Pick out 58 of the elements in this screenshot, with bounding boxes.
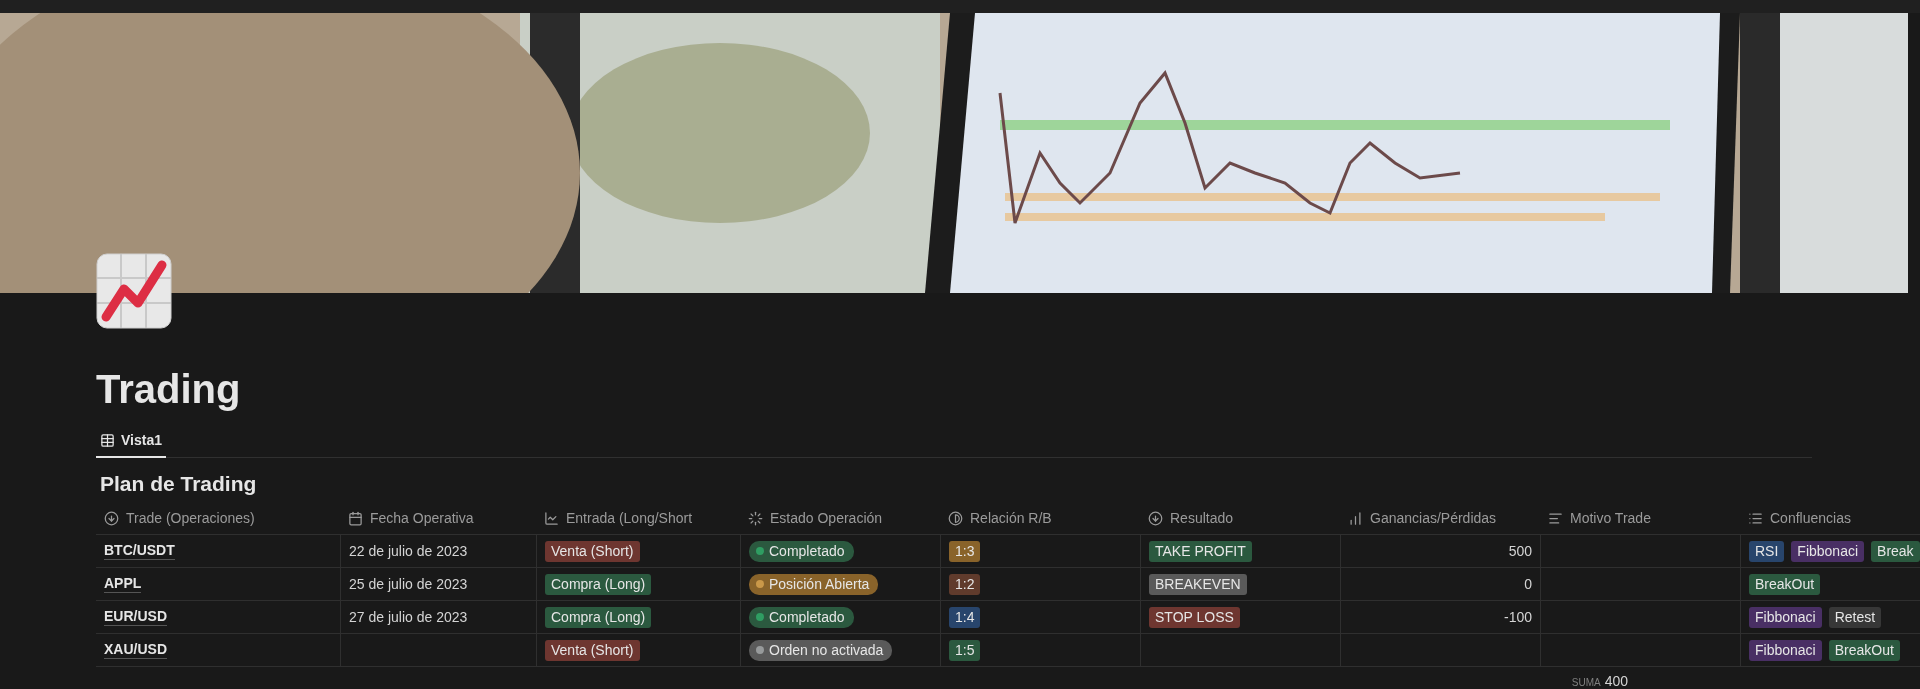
confluence-tag: Fibbonaci <box>1749 639 1822 661</box>
trade-name[interactable]: XAU/USD <box>104 641 167 659</box>
ratio-tag: 1:4 <box>949 606 981 628</box>
confluence-tag: Break <box>1871 540 1920 562</box>
entry-tag: Venta (Short) <box>545 639 640 661</box>
status-pill: Posición Abierta <box>749 573 879 595</box>
entry-tag: Venta (Short) <box>545 540 640 562</box>
column-type-icon <box>948 510 963 526</box>
date-text: 25 de julio de 2023 <box>349 576 468 592</box>
confluence-tag: Fibbonaci <box>1749 606 1822 628</box>
trade-name[interactable]: BTC/USDT <box>104 542 175 560</box>
status-pill: Completado <box>749 606 854 628</box>
sum-label: SUMA <box>1571 677 1601 688</box>
sum-value: 400 <box>1604 673 1628 689</box>
table-icon <box>100 432 115 448</box>
entry-tag: Compra (Long) <box>545 573 652 595</box>
ratio-tag: 1:5 <box>949 639 981 661</box>
date-text: 22 de julio de 2023 <box>349 543 468 559</box>
status-pill: Orden no activada <box>749 639 893 661</box>
column-type-icon <box>104 510 119 526</box>
status-pill: Completado <box>749 540 854 562</box>
column-type-icon <box>544 510 559 526</box>
table-title: Plan de Trading <box>100 472 258 496</box>
profit-value: 0 <box>1524 576 1532 592</box>
column-type-icon <box>348 510 363 526</box>
column-header[interactable]: Entrada (Long/Short <box>536 502 740 535</box>
column-type-icon <box>1748 510 1763 526</box>
trade-name[interactable]: APPL <box>104 575 142 593</box>
view-tab[interactable]: Vista1 <box>96 424 166 458</box>
result-tag: STOP LOSS <box>1149 606 1240 628</box>
entry-tag: Compra (Long) <box>545 606 652 628</box>
column-type-icon <box>1148 510 1163 526</box>
column-header[interactable]: Estado Operación <box>740 502 940 535</box>
trade-name[interactable]: EUR/USD <box>104 608 167 626</box>
profit-value: -100 <box>1503 609 1532 625</box>
confluence-tag: BreakOut <box>1749 573 1821 595</box>
column-type-icon <box>1348 510 1363 526</box>
column-header[interactable]: Ganancias/Pérdidas <box>1340 502 1540 535</box>
chart-icon <box>96 253 172 329</box>
column-header[interactable]: Relación R/B <box>940 502 1140 535</box>
confluence-tag: BreakOut <box>1828 639 1900 661</box>
page-title: Trading <box>96 367 242 412</box>
column-header[interactable]: Resultado <box>1140 502 1340 535</box>
ratio-tag: 1:2 <box>949 573 981 595</box>
column-header[interactable]: Confluencias <box>1740 502 1920 535</box>
ratio-tag: 1:3 <box>949 540 981 562</box>
column-header[interactable]: Fecha Operativa <box>340 502 536 535</box>
date-text: 27 de julio de 2023 <box>349 609 468 625</box>
column-type-icon <box>1548 510 1563 526</box>
column-type-icon <box>748 510 763 526</box>
column-header[interactable]: Trade (Operaciones) <box>96 502 340 535</box>
profit-value: 500 <box>1508 543 1532 559</box>
confluence-tag: Fibbonaci <box>1791 540 1865 562</box>
result-tag: BREAKEVEN <box>1149 573 1247 595</box>
column-header[interactable]: Motivo Trade <box>1540 502 1740 535</box>
confluence-tag: RSI <box>1749 540 1785 562</box>
result-tag: TAKE PROFIT <box>1149 540 1252 562</box>
confluence-tag: Retest <box>1828 606 1882 628</box>
